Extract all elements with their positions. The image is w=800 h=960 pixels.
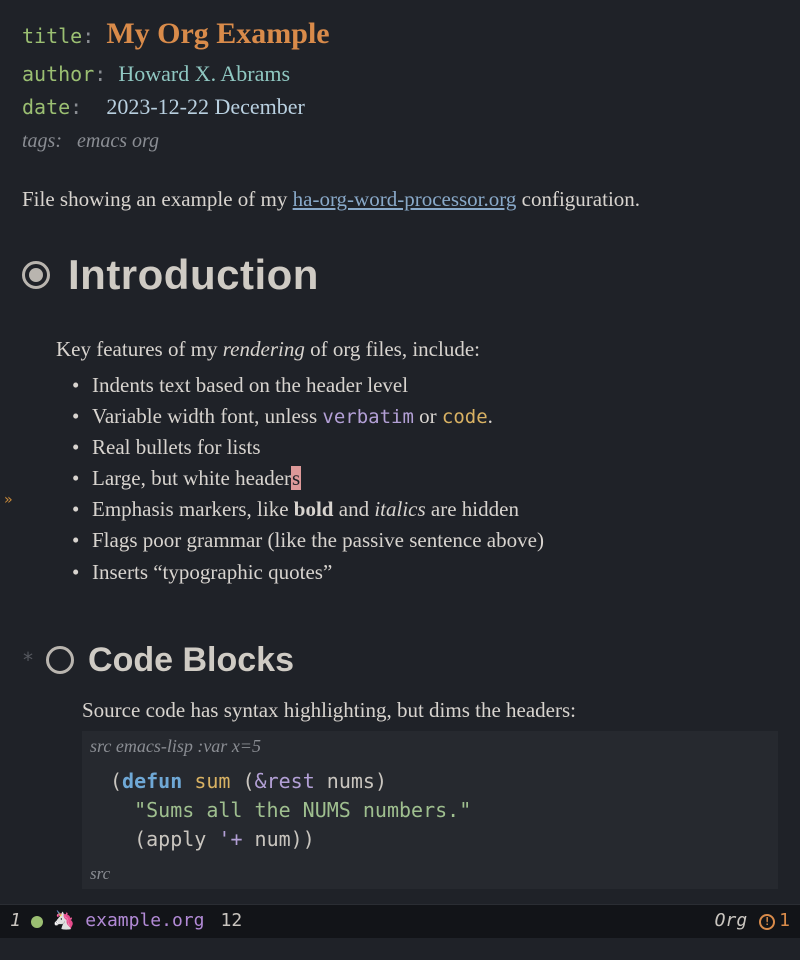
src-block-footer: src [82,860,778,889]
list-item: Inserts “typographic quotes” [70,557,778,588]
intro-paragraph: File showing an example of my ha-org-wor… [22,184,778,214]
mode-line[interactable]: 1 🦄 example.org 12 Org ! 1 [0,904,800,938]
text-cursor: s [291,466,301,490]
meta-date-line: date: 2023-12-22 December [22,91,778,123]
list-item: Flags poor grammar (like the passive sen… [70,525,778,556]
meta-key-date: date [22,95,70,119]
doc-date: 2023-12-22 December [106,94,305,119]
doc-title: My Org Example [106,17,329,50]
heading-introduction[interactable]: Introduction [22,245,778,306]
major-mode[interactable]: Org [715,908,748,934]
meta-title-line: title: My Org Example [22,12,778,56]
doc-tags: emacs org [77,130,159,152]
meta-author-line: author: Howard X. Abrams [22,58,778,90]
heading-bullet-icon [46,646,74,674]
doc-author: Howard X. Abrams [118,61,290,86]
warning-icon: ! [759,914,775,930]
modified-indicator-icon [31,916,43,928]
src-block-body[interactable]: (defun sum (&rest nums) "Sums all the NU… [82,761,778,860]
list-item: Emphasis markers, like bold and italics … [70,494,778,525]
code-blocks-lead: Source code has syntax highlighting, but… [82,695,778,725]
meta-key-author: author [22,62,94,86]
unicorn-icon: 🦄 [53,908,75,934]
list-item: Large, but white headers [70,463,778,494]
features-lead: Key features of my rendering of org file… [56,334,778,364]
config-link[interactable]: ha-org-word-processor.org [293,187,517,211]
list-item: Indents text based on the header level [70,370,778,401]
heading-code-blocks[interactable]: * Code Blocks [22,636,778,685]
features-list: Indents text based on the header level V… [70,370,778,588]
buffer-filename[interactable]: example.org [85,908,204,934]
src-block-header: src emacs-lisp :var x=5 [82,731,778,761]
list-item: Variable width font, unless verbatim or … [70,401,778,432]
list-item: Real bullets for lists [70,432,778,463]
meta-tags-line: tags: emacs org [22,127,778,156]
folded-star-icon: * [22,646,34,675]
heading-bullet-icon [22,261,50,289]
fringe-indicator-icon: » [4,490,12,510]
meta-key-title: title [22,24,82,48]
editor-buffer[interactable]: title: My Org Example author: Howard X. … [0,0,800,895]
line-number: 12 [220,908,242,934]
window-number: 1 [10,908,21,934]
meta-key-tags: tags: [22,130,62,152]
flycheck-warning[interactable]: ! 1 [759,908,790,934]
minibuffer[interactable] [0,938,800,960]
